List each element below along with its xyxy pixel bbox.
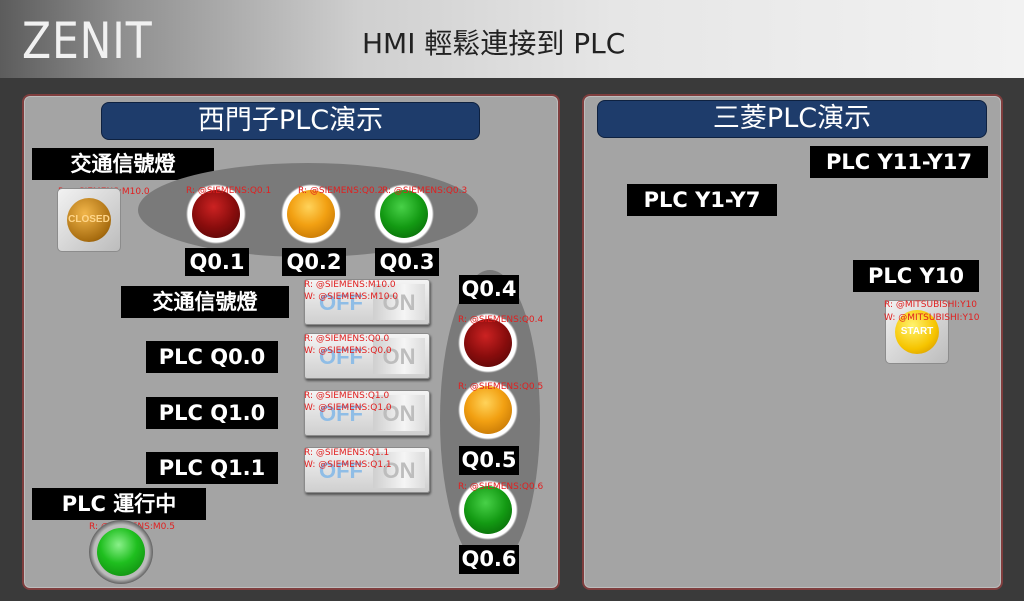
switch-q1-1-tag-r: R: @SIEMENS:Q1.1 — [304, 448, 390, 458]
plc-y10-label: PLC Y10 — [853, 260, 979, 292]
lamp-q0-2-label: Q0.2 — [282, 248, 346, 276]
switch-traffic-label: 交通信號燈 — [121, 286, 289, 318]
traffic-light-label: 交通信號燈 — [32, 148, 214, 180]
header-bar: ZENIT HMI 輕鬆連接到 PLC — [0, 0, 1024, 78]
page-title: HMI 輕鬆連接到 PLC — [362, 27, 626, 60]
lamp-q0-6-tag: R: @SIEMENS:Q0.6 — [458, 482, 544, 492]
switch-q1-0-label: PLC Q1.0 — [146, 397, 278, 429]
plc-y1-y7-label: PLC Y1-Y7 — [627, 184, 777, 216]
lamp-q0-5-label: Q0.5 — [459, 446, 519, 475]
lamp-q0-3-tag: R: @SIEMENS:Q0.3 — [382, 186, 468, 196]
switch-q1-0-tag-w: W: @SIEMENS:Q1.0 — [304, 403, 392, 413]
lamp-q0-3-label: Q0.3 — [375, 248, 439, 276]
plc-y10-tag-w: W: @MITSUBISHI:Y10 — [884, 313, 980, 323]
switch-q0-0-tag-w: W: @SIEMENS:Q0.0 — [304, 346, 392, 356]
plc-y10-tag-r: R: @MITSUBISHI:Y10 — [884, 300, 978, 310]
brand-logo: ZENIT — [22, 12, 153, 70]
lamp-q0-1-label: Q0.1 — [185, 248, 249, 276]
plc-running-lamp — [89, 520, 153, 584]
switch-q0-0-label: PLC Q0.0 — [146, 341, 278, 373]
lamp-q0-5-tag: R: @SIEMENS:Q0.5 — [458, 382, 544, 392]
switch-q1-1-label: PLC Q1.1 — [146, 452, 278, 484]
switch-q0-0-tag-r: R: @SIEMENS:Q0.0 — [304, 334, 390, 344]
mitsubishi-panel-title: 三菱PLC演示 — [597, 100, 987, 138]
plc-running-label: PLC 運行中 — [32, 488, 206, 520]
lamp-q0-4-tag: R: @SIEMENS:Q0.4 — [458, 315, 544, 325]
plc-y11-y17-label: PLC Y11-Y17 — [810, 146, 988, 178]
switch-q1-1-tag-w: W: @SIEMENS:Q1.1 — [304, 460, 392, 470]
traffic-button-cap: CLOSED — [67, 198, 111, 242]
siemens-panel-title: 西門子PLC演示 — [101, 102, 480, 140]
lamp-q0-6-label: Q0.6 — [459, 545, 519, 574]
traffic-light-button[interactable]: CLOSED — [57, 188, 121, 252]
switch-traffic-tag-w: W: @SIEMENS:M10.0 — [304, 292, 399, 302]
lamp-q0-4-label: Q0.4 — [459, 275, 519, 304]
switch-traffic-tag-r: R: @SIEMENS:M10.0 — [304, 280, 396, 290]
switch-q1-0-tag-r: R: @SIEMENS:Q1.0 — [304, 391, 390, 401]
lamp-q0-2-tag: R: @SIEMENS:Q0.2 — [298, 186, 384, 196]
lamp-q0-1-tag: R: @SIEMENS:Q0.1 — [186, 186, 272, 196]
